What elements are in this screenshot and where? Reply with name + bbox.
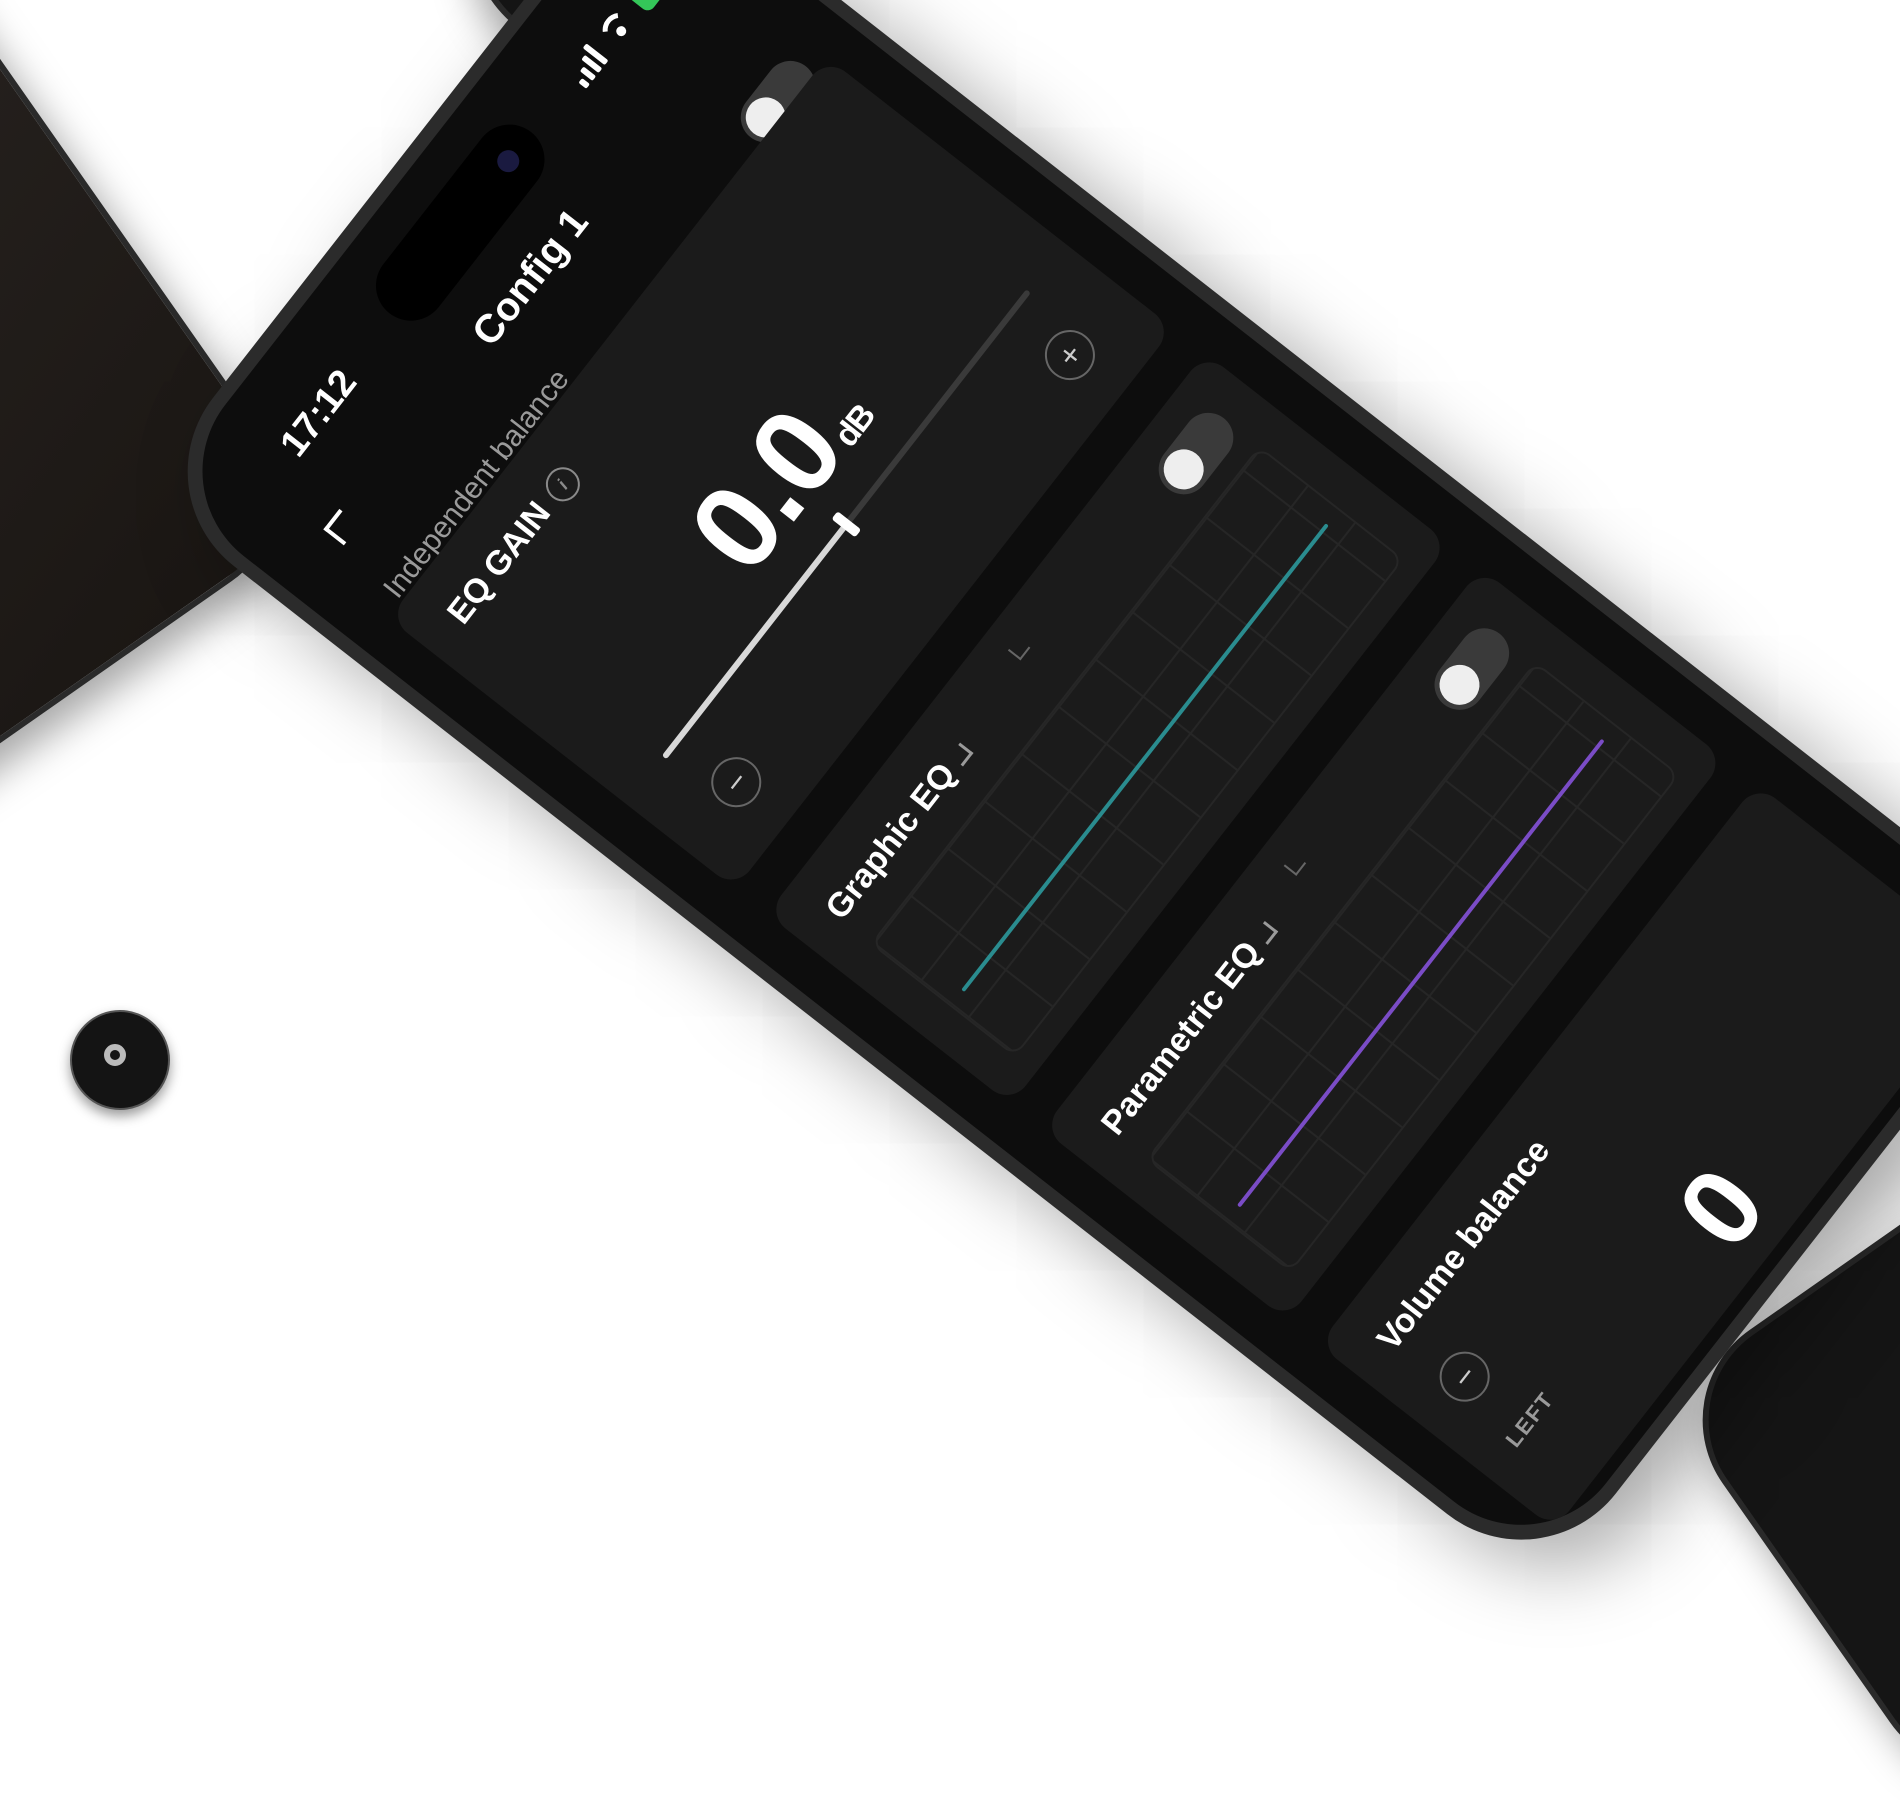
app-screen: 17:12 92 Config 1 Independent balance EQ… bbox=[158, 0, 1900, 1569]
minus-icon: − bbox=[715, 763, 756, 801]
info-icon[interactable]: i bbox=[538, 460, 587, 509]
expand-icon bbox=[1254, 920, 1279, 945]
floating-control-knob[interactable] bbox=[70, 1010, 170, 1110]
phone-frame: 17:12 92 Config 1 Independent balance EQ… bbox=[139, 0, 1900, 1589]
expand-icon bbox=[949, 742, 974, 767]
wifi-icon bbox=[595, 6, 636, 49]
expand-icon[interactable] bbox=[1007, 637, 1031, 661]
signal-icon bbox=[564, 42, 609, 89]
eq-gain-decrease-button[interactable]: − bbox=[701, 747, 772, 818]
battery-icon: 92 bbox=[621, 0, 677, 14]
camera-icon bbox=[492, 145, 524, 177]
eq-gain-increase-button[interactable]: + bbox=[1034, 319, 1106, 391]
expand-icon[interactable] bbox=[1283, 853, 1307, 876]
status-time: 17:12 bbox=[272, 362, 366, 465]
target-icon bbox=[104, 1044, 126, 1066]
plus-icon: + bbox=[1049, 336, 1090, 374]
minus-icon: − bbox=[1444, 1357, 1485, 1395]
